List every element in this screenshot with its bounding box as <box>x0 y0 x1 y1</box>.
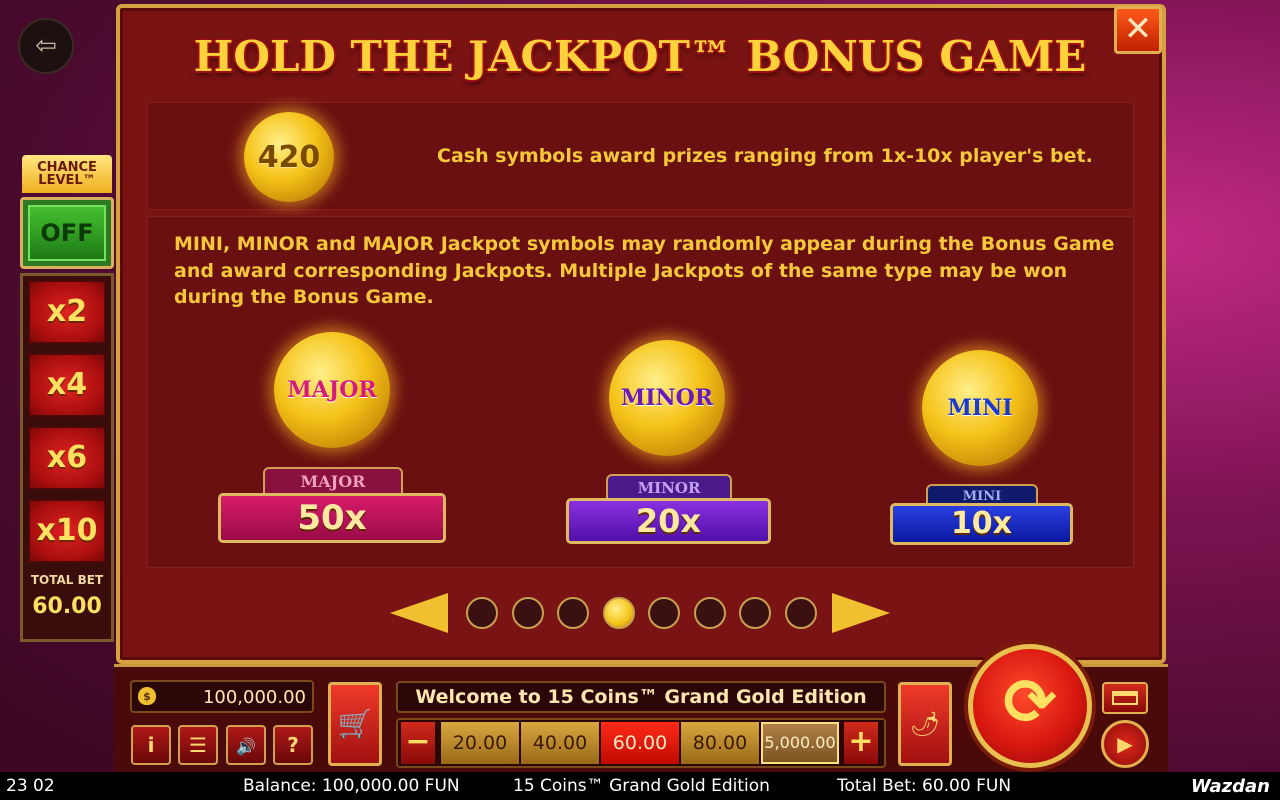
sound-icon: 🔊 <box>236 737 256 756</box>
major-tag: MAJOR <box>263 467 403 493</box>
help-icon: ? <box>287 733 299 757</box>
page-dot[interactable] <box>466 597 498 629</box>
multiplier-x2-button[interactable]: x2 <box>28 280 106 344</box>
page-dot[interactable] <box>511 597 544 629</box>
minor-coin-label: MINOR <box>620 385 714 411</box>
mini-coin-icon: MINI <box>922 350 1038 466</box>
status-bar: 23 02 Balance: 100,000.00 FUN 15 Coins™ … <box>0 772 1280 800</box>
page-dot[interactable] <box>557 597 589 629</box>
minor-tag: MINOR <box>606 474 732 498</box>
menu-icon: ☰ <box>189 733 207 757</box>
balance-value: 100,000.00 <box>202 687 306 708</box>
chili-icon: 🌶 <box>909 710 941 738</box>
page-title: HOLD THE JACKPOT™ BONUS GAME <box>193 32 1087 81</box>
bet-option-selected[interactable]: 60.00 <box>601 722 679 764</box>
cash-coin-icon: 420 <box>244 112 334 202</box>
info-button[interactable]: i <box>131 725 171 765</box>
volatility-button[interactable]: 🌶 <box>898 682 952 766</box>
multiplier-x6-button[interactable]: x6 <box>28 426 106 490</box>
next-page-arrow-icon[interactable] <box>832 593 890 633</box>
jackpot-description: MINI, MINOR and MAJOR Jackpot symbols ma… <box>174 233 1115 308</box>
buy-feature-button[interactable]: 🛒 <box>328 682 382 766</box>
cart-icon: 🛒 <box>337 707 373 740</box>
chance-level-label: CHANCE LEVEL™ <box>22 155 112 193</box>
spin-icon: ⟳ <box>1003 666 1057 740</box>
cash-description: Cash symbols award prizes ranging from 1… <box>437 145 1093 167</box>
money-bag-icon: $ <box>138 687 156 705</box>
autoplay-icon <box>1112 691 1138 705</box>
major-coin-icon: MAJOR <box>274 332 390 448</box>
sound-button[interactable]: 🔊 <box>226 725 266 765</box>
autoplay-button[interactable] <box>1102 682 1148 714</box>
multiplier-x10-button[interactable]: x10 <box>28 499 106 563</box>
balance-display: $ 100,000.00 <box>130 680 314 713</box>
page-dot[interactable] <box>648 597 680 629</box>
chance-off-label: OFF <box>28 205 106 261</box>
major-coin-label: MAJOR <box>287 377 377 403</box>
increase-bet-button[interactable]: + <box>844 722 878 764</box>
major-value: 50x <box>218 493 446 543</box>
total-bet-label: TOTAL BET <box>30 573 104 587</box>
prev-page-arrow-icon[interactable] <box>390 593 448 633</box>
exit-button[interactable]: ⇦ <box>18 18 74 74</box>
status-balance: Balance: 100,000.00 FUN <box>243 776 460 796</box>
turbo-button[interactable]: ▶ <box>1101 720 1149 768</box>
minor-value: 20x <box>566 498 771 544</box>
exit-icon: ⇦ <box>35 31 57 61</box>
multiplier-stack: x2 x4 x6 x10 TOTAL BET 60.00 <box>20 273 114 642</box>
mini-value: 10x <box>890 503 1073 545</box>
chance-level-panel: CHANCE LEVEL™ OFF x2 x4 x6 x10 TOTAL BET… <box>18 155 114 642</box>
wazdan-logo: Wazdan <box>1190 776 1270 797</box>
page-dot[interactable] <box>739 597 771 629</box>
bet-option[interactable]: 40.00 <box>521 722 599 764</box>
page-dot[interactable] <box>784 597 817 629</box>
bet-option[interactable]: 80.00 <box>681 722 759 764</box>
decrease-bet-button[interactable]: − <box>401 722 435 764</box>
cash-coin-value: 420 <box>257 139 321 175</box>
info-icon: i <box>147 733 155 757</box>
status-total-bet: Total Bet: 60.00 FUN <box>837 776 1012 796</box>
page-dot[interactable] <box>693 597 726 629</box>
total-bet-value: 60.00 <box>32 594 102 619</box>
chance-off-button[interactable]: OFF <box>20 197 114 269</box>
minor-coin-icon: MINOR <box>609 340 725 456</box>
spin-button[interactable]: ⟳ <box>968 644 1092 768</box>
status-game-name: 15 Coins™ Grand Gold Edition <box>513 776 770 796</box>
mini-coin-label: MINI <box>947 395 1013 421</box>
help-button[interactable]: ? <box>273 725 313 765</box>
bet-option-max[interactable]: 5,000.00 <box>761 722 839 764</box>
menu-button[interactable]: ☰ <box>178 725 218 765</box>
clock: 23 02 <box>6 776 55 796</box>
play-icon: ▶ <box>1117 732 1133 756</box>
multiplier-x4-button[interactable]: x4 <box>28 353 106 417</box>
page-dot-active[interactable] <box>602 597 635 629</box>
bet-option[interactable]: 20.00 <box>441 722 519 764</box>
message-display: Welcome to 15 Coins™ Grand Gold Edition <box>396 681 886 713</box>
